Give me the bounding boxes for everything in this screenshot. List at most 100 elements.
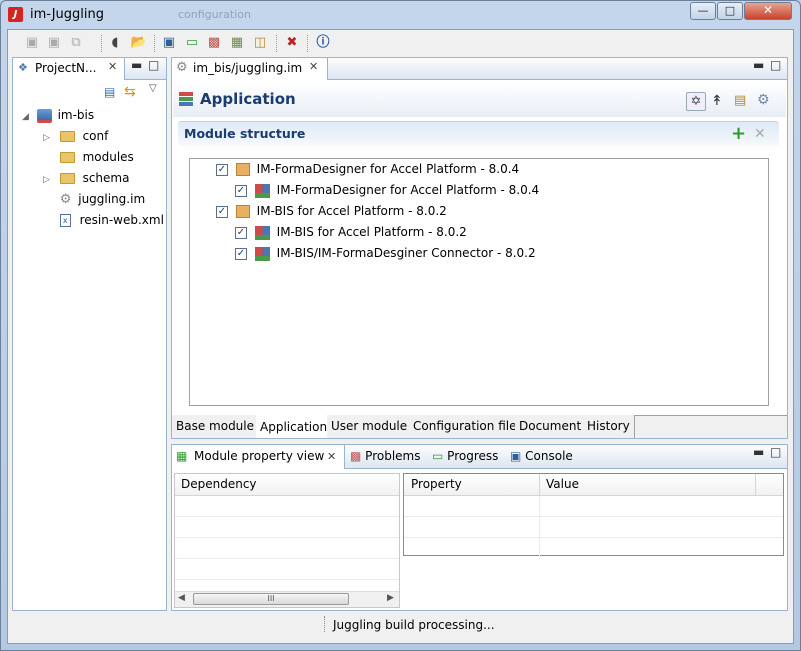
property-table-header: Property Value [404,474,783,496]
info-icon[interactable]: ⓘ [314,34,332,52]
scroll-right-icon[interactable]: ▶ [387,593,394,603]
wand-icon[interactable]: ✡ [686,92,706,111]
open-folder-icon[interactable]: 📂 [130,34,148,52]
view-menu-icon[interactable]: ▽ [149,83,157,94]
maximize-button[interactable]: □ [717,2,743,20]
tab-configuration-file[interactable]: Configuration file [409,415,522,438]
module-checkbox[interactable]: ✓ [216,163,228,176]
maximize-view-icon[interactable]: □ [148,58,159,72]
module-row[interactable]: ✓ IM-BIS for Accel Platform - 8.0.2 [216,204,447,218]
maximize-view-icon[interactable]: □ [770,58,781,72]
tree-item[interactable]: ▷ ⚙ juggling.im [43,189,145,210]
remove-icon[interactable]: ✕ [754,126,766,142]
tree-item-label: conf [82,129,109,143]
tab-document[interactable]: Document [515,415,587,438]
property-table: Property Value [403,473,784,559]
deploy-icon[interactable]: ▣ [160,34,178,52]
tree-item-label: resin-web.xml [79,213,164,227]
module-label: IM-BIS/IM-FormaDesginer Connector - 8.0.… [276,246,536,260]
project-icon [36,108,52,123]
tab-problems[interactable]: ▩ Problems [350,445,420,469]
tree-item[interactable]: ▷ conf [43,126,108,147]
tab-application[interactable]: Application [256,415,333,438]
maximize-view-icon[interactable]: □ [770,445,781,459]
image-icon[interactable]: ▦ [228,34,246,52]
package-icon [235,205,250,218]
progress-icon: ▭ [432,449,444,463]
tree-item-label: schema [82,171,130,185]
folder-icon [59,152,75,163]
hierarchy-icon[interactable]: ◫ [251,34,269,52]
section-title: Module structure [184,126,306,141]
module-row[interactable]: ✓ IM-BIS/IM-FormaDesginer Connector - 8.… [235,246,536,261]
user-config-icon[interactable]: ▩ [205,34,223,52]
tab-progress[interactable]: ▭ Progress [432,445,498,469]
module-label: IM-FormaDesigner for Accel Platform - 8.… [276,183,540,197]
folder-icon [59,131,75,142]
link-with-editor-icon[interactable]: ⇆ [124,84,136,100]
status-text: Juggling build processing... [333,618,495,632]
close-button[interactable]: ✕ [744,2,792,20]
save-all-icon[interactable]: ⧉ [67,34,85,52]
close-tab-icon[interactable]: ✕ [327,445,336,468]
close-tab-icon[interactable]: ✕ [108,60,117,73]
module-icon [254,183,270,198]
tab-base-module[interactable]: Base module [172,415,260,438]
tree-item[interactable]: ▷ x resin-web.xml [43,210,164,231]
tools-icon[interactable]: ✖ [283,34,301,52]
property-column-header[interactable]: Property [411,474,462,495]
module-row[interactable]: ✓ IM-BIS for Accel Platform - 8.0.2 [235,225,467,240]
package-icon [235,163,250,176]
tab-label: Problems [365,449,421,463]
tab-juggling-im[interactable]: ⚙ im_bis/juggling.im ✕ [172,58,328,80]
expanded-arrow-icon[interactable]: ◢ [22,112,29,122]
tree-item-label: juggling.im [78,192,146,206]
tree-item-label: modules [82,150,134,164]
tab-project-navigator[interactable]: ❖ ProjectN... ✕ [13,58,125,80]
settings-icon[interactable]: ⚙ [757,92,770,108]
save-as-icon[interactable]: ▣ [45,34,63,52]
module-checkbox[interactable]: ✓ [235,247,247,260]
tree-item[interactable]: ▷ modules [43,147,134,168]
table-row [404,517,783,538]
value-column-header[interactable]: Value [546,474,579,495]
tab-user-module[interactable]: User module [327,415,413,438]
tab-history[interactable]: History [583,415,635,438]
problems-icon: ▩ [350,449,362,463]
collapsed-arrow-icon[interactable]: ▷ [43,175,50,185]
minimize-view-icon[interactable]: ▬ [753,445,764,459]
module-checkbox[interactable]: ✓ [235,184,247,197]
dependency-header[interactable]: Dependency [175,474,399,496]
minimize-view-icon[interactable]: ▬ [753,58,764,72]
tree-root-label: im-bis [57,108,95,122]
save-icon[interactable]: ▣ [23,34,41,52]
collapsed-arrow-icon[interactable]: ▷ [43,133,50,143]
export-icon[interactable]: ▤ [734,93,746,108]
tab-console[interactable]: ▣ Console [510,445,573,469]
minimize-view-icon[interactable]: ▬ [131,58,142,72]
tab-module-property-view[interactable]: ▦ Module property view ✕ [172,445,345,469]
minimize-button[interactable]: — [690,2,716,20]
collapse-all-icon[interactable]: ▤ [104,85,115,99]
module-checkbox[interactable]: ✓ [216,205,228,218]
scroll-left-icon[interactable]: ◀ [178,593,185,603]
editor-tab-label: im_bis/juggling.im [193,61,303,75]
module-row[interactable]: ✓ IM-FormaDesigner for Accel Platform - … [216,162,519,176]
app-icon: J [8,7,23,22]
title-bar[interactable]: J im-Juggling configuration — □ ✕ [0,0,801,28]
table-row [404,538,783,559]
upload-icon[interactable]: ↟ [711,93,723,109]
scrollbar-thumb[interactable]: III [193,593,349,605]
add-icon[interactable]: + [731,124,746,144]
tab-label: Module property view [194,449,325,463]
tree-item-root[interactable]: ◢ im-bis [22,105,94,126]
dependency-table: Dependency [174,473,400,608]
table-row [175,517,399,538]
tree-item[interactable]: ▷ schema [43,168,129,189]
tab-label: Console [525,449,573,463]
build-icon[interactable]: ◖ [106,34,124,52]
add-module-icon[interactable]: ▭ [183,34,201,52]
module-checkbox[interactable]: ✓ [235,226,247,239]
module-row[interactable]: ✓ IM-FormaDesigner for Accel Platform - … [235,183,539,198]
close-tab-icon[interactable]: ✕ [309,60,318,73]
